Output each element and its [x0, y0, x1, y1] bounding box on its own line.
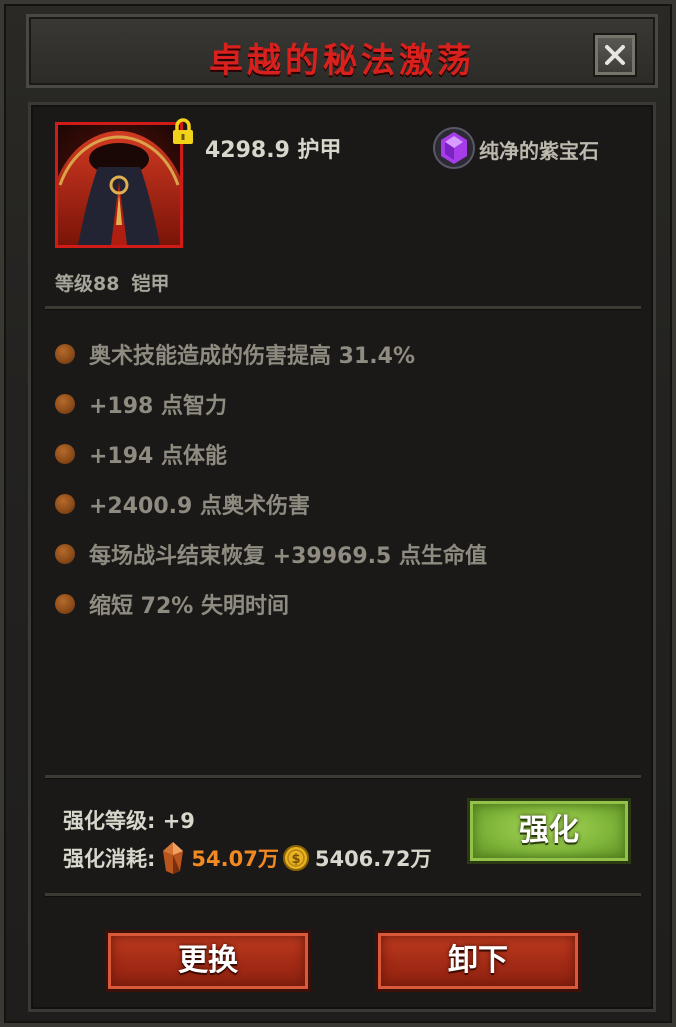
stat-row: 缩短 72% 失明时间 [55, 579, 487, 629]
divider [45, 306, 641, 310]
svg-text:$: $ [291, 852, 300, 867]
stats-list: 奥术技能造成的伤害提高 31.4% +198 点智力 +194 点体能 +240… [55, 329, 487, 629]
title-bar: 卓越的秘法激荡 [26, 14, 658, 88]
unequip-button[interactable]: 卸下 [375, 930, 581, 992]
armor-icon [58, 125, 180, 245]
stat-bullet-icon [55, 544, 75, 564]
stat-row: 每场战斗结束恢复 +39969.5 点生命值 [55, 529, 487, 579]
stat-text: 缩短 72% 失明时间 [89, 594, 289, 619]
close-button[interactable] [595, 35, 635, 75]
stat-text: +2400.9 点奥术伤害 [89, 494, 310, 519]
stat-text: 奥术技能造成的伤害提高 31.4% [89, 344, 415, 369]
divider [45, 893, 641, 897]
stat-bullet-icon [55, 494, 75, 514]
item-level: 等级88 [55, 273, 120, 295]
item-detail-dialog: 卓越的秘法激荡 4298.9 护甲 纯净的紫宝石 等级88 铠甲 奥术技能造成的… [0, 0, 676, 1027]
gem-label: 纯净的紫宝石 [479, 139, 599, 163]
item-info-panel: 4298.9 护甲 纯净的紫宝石 等级88 铠甲 奥术技能造成的伤害提高 31.4… [28, 102, 656, 1012]
lock-icon [173, 118, 193, 144]
replace-button[interactable]: 更换 [105, 930, 311, 992]
gold-coin-icon: $ [282, 845, 309, 871]
enhance-level: 强化等级: +9 [63, 809, 195, 833]
gold-cost: 5406.72万 [314, 847, 432, 871]
divider [45, 775, 641, 779]
stat-row: +194 点体能 [55, 429, 487, 479]
armor-item-icon[interactable] [55, 122, 183, 248]
stat-text: +194 点体能 [89, 444, 228, 469]
enhance-cost: 强化消耗: 54.07万 $ 5406.72万 [63, 841, 432, 875]
stat-row: +198 点智力 [55, 379, 487, 429]
crystal-cost: 54.07万 [191, 847, 279, 871]
item-type: 铠甲 [131, 273, 170, 295]
stat-bullet-icon [55, 594, 75, 614]
crystal-icon [163, 842, 184, 874]
enhance-cost-label: 强化消耗: [63, 847, 156, 871]
stat-text: +198 点智力 [89, 394, 228, 419]
dialog-title: 卓越的秘法激荡 [209, 41, 475, 81]
enhance-button[interactable]: 强化 [467, 798, 631, 864]
stat-bullet-icon [55, 394, 75, 414]
stat-text: 每场战斗结束恢复 +39969.5 点生命值 [89, 544, 487, 569]
stat-bullet-icon [55, 444, 75, 464]
item-meta: 等级88 铠甲 [55, 269, 169, 296]
armor-value: 4298.9 护甲 [205, 138, 342, 163]
stat-row: 奥术技能造成的伤害提高 31.4% [55, 329, 487, 379]
close-icon [605, 45, 625, 65]
stat-row: +2400.9 点奥术伤害 [55, 479, 487, 529]
stat-bullet-icon [55, 344, 75, 364]
purple-gem-icon [433, 127, 475, 169]
